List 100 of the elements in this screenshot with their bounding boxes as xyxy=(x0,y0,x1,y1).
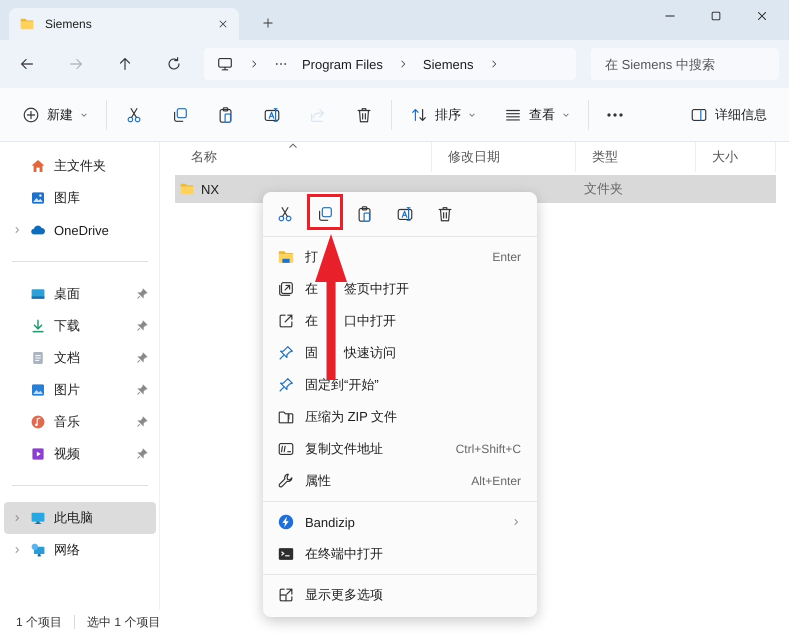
menu-item[interactable]: 在终端中打开 xyxy=(263,538,537,570)
wrench-icon xyxy=(277,472,295,490)
highlight-box xyxy=(307,194,343,230)
house-icon xyxy=(30,158,46,174)
pin-icon xyxy=(277,344,295,362)
sidebar-item[interactable]: 主文件夹 xyxy=(4,150,156,182)
bolt-icon xyxy=(277,513,295,531)
sidebar-item[interactable]: 图库 xyxy=(4,182,156,214)
column-header[interactable]: 名称 xyxy=(175,142,432,172)
menu-label: 在 xyxy=(305,312,318,330)
shortcut-label: Ctrl+Shift+C xyxy=(456,442,521,456)
menu-label: 在终端中打开 xyxy=(305,545,383,563)
sidebar-item[interactable]: 视频 xyxy=(4,438,156,470)
sidebar-item[interactable]: 此电脑 xyxy=(4,502,156,534)
pin-icon xyxy=(136,288,148,300)
toolbar-button[interactable]: 新建 xyxy=(12,98,98,132)
close-icon[interactable] xyxy=(755,9,769,23)
scissors-icon xyxy=(125,106,143,124)
network-icon xyxy=(30,542,46,558)
trash-icon xyxy=(355,106,373,124)
menu-item[interactable]: 在 口中打开 xyxy=(263,305,537,337)
sidebar-item[interactable]: 桌面 xyxy=(4,278,156,310)
document-icon xyxy=(30,350,46,366)
selection-count: 选中 1 个项目 xyxy=(87,614,160,630)
menu-item[interactable]: 压缩为 ZIP 文件 xyxy=(263,401,537,433)
breadcrumb[interactable]: Program Files xyxy=(302,56,383,72)
folder-icon xyxy=(179,181,195,197)
more-icon xyxy=(607,112,623,116)
menu-label: 口中打开 xyxy=(344,312,396,330)
caret-icon xyxy=(562,110,570,118)
column-header[interactable]: 大小 xyxy=(696,142,776,172)
folder-icon xyxy=(19,16,35,32)
window-tab[interactable]: Siemens xyxy=(9,8,239,40)
menu-label: 固 xyxy=(305,344,318,362)
sidebar-item[interactable]: OneDrive xyxy=(4,214,156,246)
caret-icon xyxy=(80,110,88,118)
download-icon xyxy=(30,318,46,334)
menu-item[interactable]: 显示更多选项 xyxy=(263,579,537,611)
table-cell-text: 文件夹 xyxy=(583,180,624,198)
pin-icon xyxy=(136,384,148,396)
monitor-icon xyxy=(216,55,234,73)
image-icon xyxy=(30,190,46,206)
menu-item[interactable]: 在 签页中打开 xyxy=(263,273,537,305)
video-icon xyxy=(30,446,46,462)
sidebar-item[interactable]: 网络 xyxy=(4,534,156,566)
sort-caret-icon xyxy=(286,142,300,149)
pin-icon xyxy=(136,352,148,364)
menu-label: 复制文件地址 xyxy=(305,440,383,458)
sidebar-item[interactable]: 下载 xyxy=(4,310,156,342)
column-header[interactable]: 类型 xyxy=(576,142,696,172)
menu-label: 打 xyxy=(305,248,318,266)
new-tab-icon xyxy=(277,280,295,298)
rename-icon xyxy=(396,205,414,223)
item-count: 1 个项目 xyxy=(16,614,62,630)
desktop-icon xyxy=(30,286,46,302)
menu-item[interactable]: 复制文件地址 Ctrl+Shift+C xyxy=(263,433,537,465)
menu-label: Bandizip xyxy=(305,514,355,530)
details-button[interactable]: 详细信息 xyxy=(680,98,777,132)
menu-label: 签页中打开 xyxy=(344,280,409,298)
scissors-icon xyxy=(276,205,294,223)
file-name: NX xyxy=(201,182,220,196)
monitor-icon xyxy=(30,510,46,526)
image-icon xyxy=(30,382,46,398)
path-icon xyxy=(277,440,295,458)
sidebar-item[interactable]: 音乐 xyxy=(4,406,156,438)
address-bar[interactable]: Program Files Siemens xyxy=(204,48,576,80)
breadcrumb[interactable]: Siemens xyxy=(422,56,474,72)
menu-label: 在 xyxy=(305,280,318,298)
trash-icon xyxy=(436,205,454,223)
copy-icon xyxy=(171,106,189,124)
menu-item[interactable]: 固 快速访问 xyxy=(263,337,537,369)
maximize-icon[interactable] xyxy=(709,9,723,23)
menu-item[interactable]: 属性 Alt+Enter xyxy=(263,465,537,497)
new-tab-icon[interactable] xyxy=(261,16,275,30)
more-options-icon xyxy=(277,586,295,604)
shortcut-label: Enter xyxy=(492,250,521,264)
menu-label: 属性 xyxy=(305,472,331,490)
toolbar-button[interactable]: 排序 xyxy=(400,98,486,132)
terminal-icon xyxy=(277,545,295,563)
toolbar-button[interactable]: 查看 xyxy=(494,98,580,132)
search-field[interactable]: 在 Siemens 中搜索 xyxy=(591,48,779,80)
window-title: Siemens xyxy=(45,17,93,31)
shortcut-label: Alt+Enter xyxy=(471,474,521,488)
menu-item[interactable]: Bandizip xyxy=(263,506,537,538)
sidebar-item[interactable]: 文档 xyxy=(4,342,156,374)
pin-icon xyxy=(277,376,295,394)
column-header[interactable]: 修改日期 xyxy=(432,142,576,172)
folder-icon xyxy=(277,248,295,266)
external-window-icon xyxy=(277,312,295,330)
new-icon xyxy=(22,106,40,124)
menu-label: 快速访问 xyxy=(344,344,396,362)
menu-item[interactable]: 打 Enter xyxy=(263,241,537,273)
close-icon[interactable] xyxy=(217,18,229,30)
rename-icon xyxy=(263,106,281,124)
sidebar-item[interactable]: 图片 xyxy=(4,374,156,406)
copy-icon xyxy=(316,205,334,223)
music-icon xyxy=(30,414,46,430)
pin-icon xyxy=(136,320,148,332)
pin-icon xyxy=(136,416,148,428)
menu-label: 压缩为 ZIP 文件 xyxy=(305,408,398,426)
